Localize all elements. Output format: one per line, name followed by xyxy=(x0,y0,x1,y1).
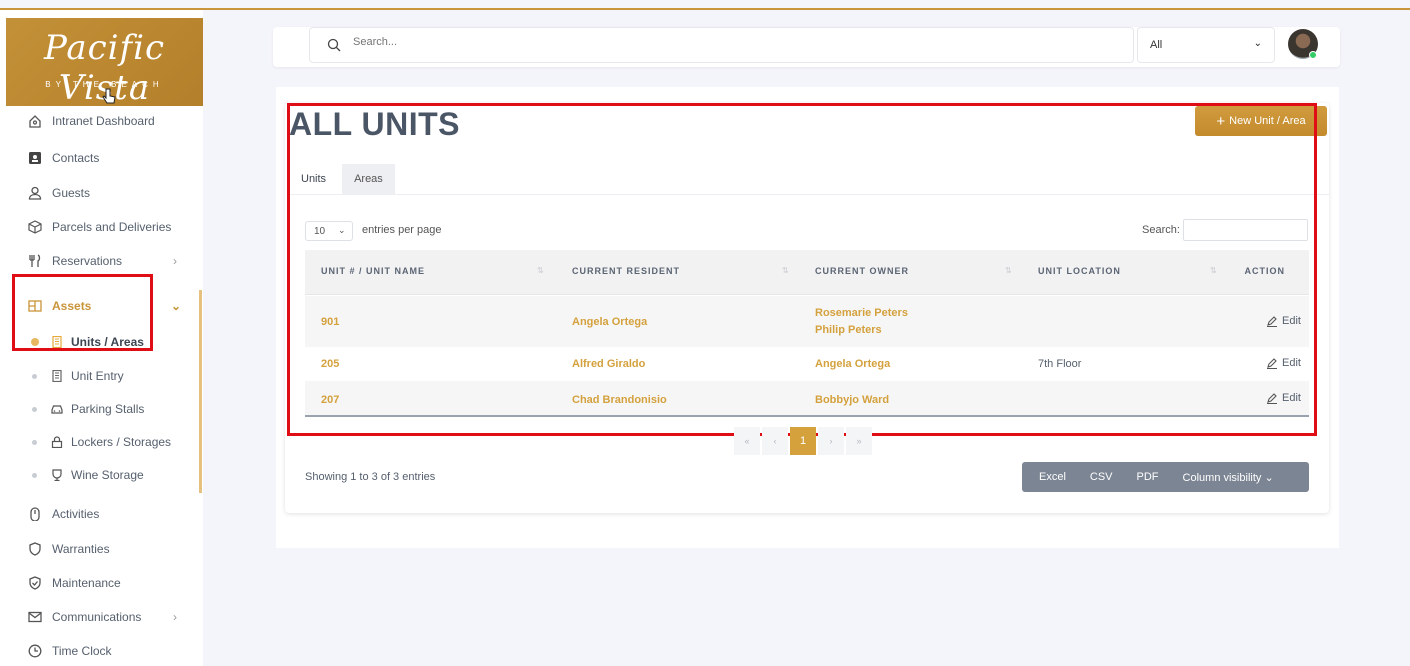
pagination: « ‹ 1 › » xyxy=(734,427,874,455)
chevron-down-icon: ⌄ xyxy=(171,299,182,313)
sidebar-item-guests[interactable]: Guests xyxy=(28,183,90,203)
sidebar-item-label: Intranet Dashboard xyxy=(52,114,155,128)
sidebar-subitem-wine-storage[interactable]: Wine Storage xyxy=(32,465,144,485)
page-first[interactable]: « xyxy=(734,427,760,455)
sidebar-item-reservations[interactable]: Reservations › xyxy=(28,251,177,271)
sidebar-subitem-parking-stalls[interactable]: Parking Stalls xyxy=(32,399,144,419)
page-last[interactable]: » xyxy=(846,427,872,455)
global-search[interactable] xyxy=(309,27,1134,63)
package-icon xyxy=(28,220,42,234)
building-icon xyxy=(52,370,62,382)
highlight-box-assets xyxy=(12,274,153,351)
bullet-dot xyxy=(32,472,37,478)
export-csv-button[interactable]: CSV xyxy=(1078,471,1125,483)
sidebar-subitem-label: Unit Entry xyxy=(71,369,124,383)
column-visibility-button[interactable]: Column visibility ⌄ xyxy=(1171,471,1286,484)
sidebar-item-label: Activities xyxy=(52,507,100,521)
wine-icon xyxy=(52,469,62,481)
chevron-right-icon: › xyxy=(173,610,177,624)
shield-icon xyxy=(29,542,41,556)
sidebar-item-label: Warranties xyxy=(52,542,110,556)
submenu-indicator xyxy=(199,290,202,493)
sidebar-item-warranties[interactable]: Warranties xyxy=(28,539,110,559)
top-accent-line xyxy=(0,8,1410,10)
entries-info: Showing 1 to 3 of 3 entries xyxy=(305,471,436,483)
sidebar-item-communications[interactable]: Communications › xyxy=(28,607,177,627)
sidebar-item-label: Time Clock xyxy=(52,644,112,658)
sidebar-item-label: Guests xyxy=(52,186,91,200)
maintenance-icon xyxy=(29,576,41,590)
sidebar-subitem-lockers[interactable]: Lockers / Storages xyxy=(32,432,171,452)
sidebar-item-maintenance[interactable]: Maintenance xyxy=(28,573,121,593)
chevron-down-icon: ⌄ xyxy=(1253,38,1262,49)
export-excel-button[interactable]: Excel xyxy=(1022,471,1078,483)
export-buttons: Excel CSV PDF Column visibility ⌄ xyxy=(1022,462,1309,492)
user-icon xyxy=(28,186,42,200)
page-current[interactable]: 1 xyxy=(790,427,816,455)
hand-cursor-icon xyxy=(102,88,116,104)
home-icon xyxy=(29,115,41,128)
sidebar-item-label: Contacts xyxy=(52,151,100,165)
bullet-dot xyxy=(32,406,37,412)
mail-icon xyxy=(28,611,42,623)
lock-icon xyxy=(51,436,63,448)
contact-card-icon xyxy=(29,152,41,164)
brand-logo[interactable]: Pacific Vista BY THE BEACH xyxy=(6,18,203,108)
export-pdf-button[interactable]: PDF xyxy=(1125,471,1171,483)
online-status-dot xyxy=(1309,51,1317,59)
sidebar-subitem-unit-entry[interactable]: Unit Entry xyxy=(32,366,124,386)
activity-icon xyxy=(30,507,40,521)
sidebar-item-label: Maintenance xyxy=(52,576,121,590)
sidebar-subitem-label: Wine Storage xyxy=(71,468,144,482)
clock-icon xyxy=(28,644,42,658)
page-next[interactable]: › xyxy=(818,427,844,455)
search-input[interactable] xyxy=(353,36,1053,48)
utensils-icon xyxy=(29,254,41,267)
sidebar-item-label: Reservations xyxy=(52,254,123,268)
car-icon xyxy=(51,405,63,414)
sidebar-item-time-clock[interactable]: Time Clock xyxy=(28,641,112,661)
sidebar-item-intranet-dashboard[interactable]: Intranet Dashboard xyxy=(28,111,155,131)
sidebar-item-contacts[interactable]: Contacts xyxy=(28,148,99,168)
top-search-bar: All ⌄ xyxy=(273,27,1340,67)
sidebar-item-activities[interactable]: Activities xyxy=(28,504,99,524)
scope-value: All xyxy=(1150,39,1163,51)
search-icon xyxy=(327,38,341,52)
sidebar-item-parcels[interactable]: Parcels and Deliveries xyxy=(28,217,171,237)
highlight-box-units xyxy=(287,103,1317,436)
sidebar-subitem-label: Parking Stalls xyxy=(71,402,145,416)
bullet-dot xyxy=(32,439,37,445)
sidebar-item-label: Parcels and Deliveries xyxy=(52,220,172,234)
page-prev[interactable]: ‹ xyxy=(762,427,788,455)
bullet-dot xyxy=(32,373,37,379)
search-scope-select[interactable]: All ⌄ xyxy=(1137,27,1275,63)
sidebar-item-label: Communications xyxy=(52,610,142,624)
sidebar-subitem-label: Lockers / Storages xyxy=(71,435,172,449)
chevron-right-icon: › xyxy=(173,254,177,268)
